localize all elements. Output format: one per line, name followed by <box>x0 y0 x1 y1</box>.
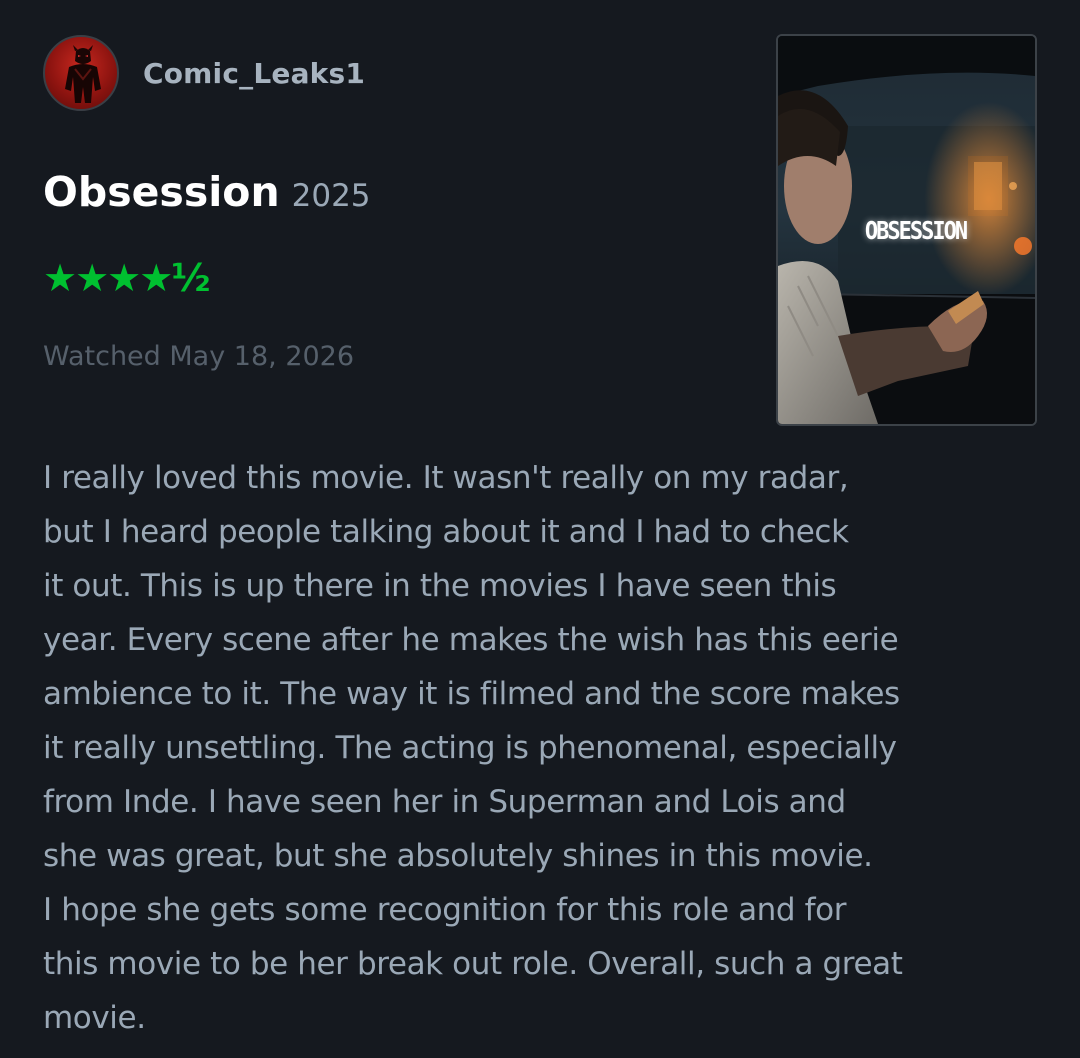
review-line: year. Every scene after he makes the wis… <box>43 622 899 658</box>
watched-date: Watched May 18, 2026 <box>43 341 355 372</box>
review-line: but I heard people talking about it and … <box>43 514 849 550</box>
poster-title: OBSESSION <box>864 217 968 246</box>
username-link[interactable]: Comic_Leaks1 <box>143 57 365 90</box>
review-line: I hope she gets some recognition for thi… <box>43 892 847 928</box>
review-card: Comic_Leaks1 Obsession 2025 ★★★★½ Watche… <box>0 0 1080 1058</box>
star-rating: ★★★★½ <box>43 256 211 300</box>
film-title-row: Obsession 2025 <box>43 168 371 216</box>
film-title-link[interactable]: Obsession <box>43 168 280 216</box>
reviewer-header[interactable]: Comic_Leaks1 <box>43 35 365 111</box>
review-line: ambience to it. The way it is filmed and… <box>43 676 900 712</box>
film-poster[interactable]: OBSESSION <box>776 34 1037 426</box>
review-text: I really loved this movie. It wasn't rea… <box>43 451 1053 1045</box>
review-line: from Inde. I have seen her in Superman a… <box>43 784 846 820</box>
masked-hero-icon <box>65 45 101 103</box>
review-line: this movie to be her break out role. Ove… <box>43 946 903 982</box>
review-line: it really unsettling. The acting is phen… <box>43 730 897 766</box>
review-line: movie. <box>43 1000 146 1036</box>
avatar[interactable] <box>43 35 119 111</box>
review-line: it out. This is up there in the movies I… <box>43 568 837 604</box>
review-line: she was great, but she absolutely shines… <box>43 838 873 874</box>
film-year-link[interactable]: 2025 <box>292 178 371 214</box>
review-line: I really loved this movie. It wasn't rea… <box>43 460 849 496</box>
